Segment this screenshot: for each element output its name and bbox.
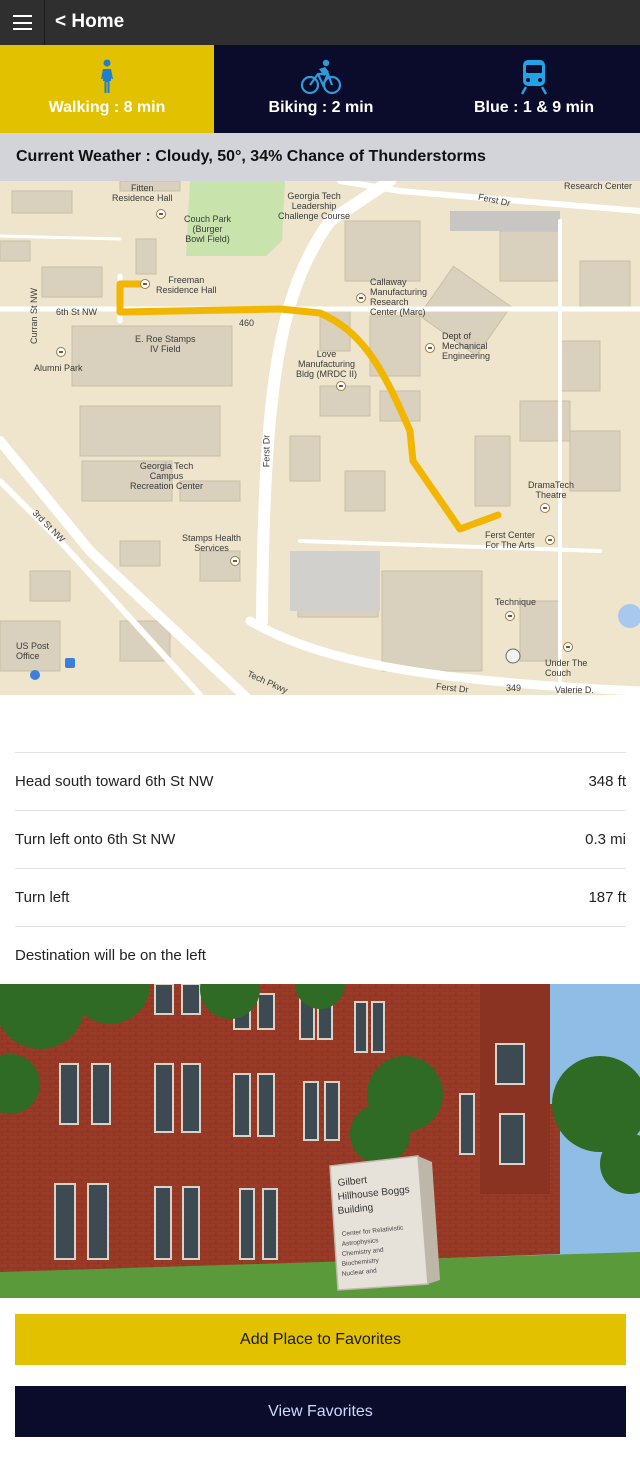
view-favorites-button[interactable]: View Favorites bbox=[15, 1386, 626, 1437]
map-label-route-460: 460 bbox=[239, 318, 255, 328]
map-label-route-349: 349 bbox=[506, 683, 522, 693]
travel-mode-tabs: Walking : 8 min Biking : 2 min Blue : 1 … bbox=[0, 45, 640, 133]
direction-text: Destination will be on the left bbox=[15, 947, 206, 964]
direction-distance: 348 ft bbox=[588, 773, 626, 790]
weather-bar: Current Weather : Cloudy, 50°, 34% Chanc… bbox=[0, 133, 640, 181]
map-label-valerie: Valerie D. bbox=[555, 685, 594, 695]
poi-icon bbox=[425, 343, 435, 353]
building-illustration: Gilbert Hillhouse Boggs Building Center … bbox=[0, 984, 640, 1298]
direction-step: Destination will be on the left bbox=[15, 926, 626, 984]
direction-distance: 187 ft bbox=[588, 889, 626, 906]
tab-train-label: Blue : 1 & 9 min bbox=[473, 99, 595, 116]
tab-walking-label: Walking : 8 min bbox=[48, 99, 166, 116]
map-label-love-mfg: Love Manufacturing Bldg (MRDC II) bbox=[296, 349, 358, 379]
tab-biking-label: Biking : 2 min bbox=[268, 99, 374, 116]
map-label-freeman: Freeman Residence Hall bbox=[156, 275, 217, 295]
map-label-alumni-park: Alumni Park bbox=[34, 363, 83, 373]
map-label-dept-mech: Dept of Mechanical Engineering bbox=[442, 331, 491, 361]
map-label-dramatech: DramaTech Theatre bbox=[528, 480, 575, 500]
hamburger-menu-button[interactable] bbox=[0, 0, 45, 45]
map-canvas bbox=[0, 181, 640, 695]
directions-list: Head south toward 6th St NW 348 ft Turn … bbox=[15, 752, 626, 984]
poi-icon bbox=[505, 611, 515, 621]
map-label-ferst-center: Ferst Center For The Arts bbox=[485, 530, 536, 550]
bicycle-icon bbox=[300, 59, 342, 95]
direction-step: Turn left onto 6th St NW 0.3 mi bbox=[15, 810, 626, 868]
map-label-leadership: Georgia Tech Leadership Challenge Course bbox=[278, 191, 351, 221]
map-label-curran: Curran St NW bbox=[29, 287, 40, 345]
top-bar: < Home bbox=[0, 0, 640, 45]
map-label-6th-st: 6th St NW bbox=[56, 307, 98, 317]
hamburger-icon bbox=[12, 15, 32, 30]
map-label-roe-stamps: E. Roe Stamps IV Field bbox=[135, 334, 196, 354]
poi-icon bbox=[336, 381, 346, 391]
poi-icon bbox=[230, 556, 240, 566]
tab-train[interactable]: Blue : 1 & 9 min bbox=[428, 45, 640, 133]
direction-text: Turn left bbox=[15, 889, 70, 906]
poi-icon bbox=[545, 535, 555, 545]
poi-icon bbox=[356, 293, 366, 303]
map-label-callaway: Callaway Manufacturing Research Center (… bbox=[370, 277, 428, 317]
direction-distance: 0.3 mi bbox=[585, 831, 626, 848]
building-photo: Gilbert Hillhouse Boggs Building Center … bbox=[0, 984, 640, 1298]
weather-text: Current Weather : Cloudy, 50°, 34% Chanc… bbox=[16, 148, 486, 165]
map-label-us-post: US Post Office bbox=[16, 641, 50, 661]
map-label-fitten: Fitten Residence Hall bbox=[112, 183, 173, 203]
poi-icon bbox=[540, 503, 550, 513]
direction-text: Head south toward 6th St NW bbox=[15, 773, 214, 790]
walking-icon bbox=[101, 59, 113, 93]
direction-step: Turn left 187 ft bbox=[15, 868, 626, 926]
add-to-favorites-button[interactable]: Add Place to Favorites bbox=[15, 1314, 626, 1365]
tab-biking[interactable]: Biking : 2 min bbox=[214, 45, 428, 133]
back-home-link[interactable]: < Home bbox=[55, 10, 124, 34]
map-label-ferst-dr-mid: Ferst Dr bbox=[261, 434, 272, 468]
map-label-under-couch: Under The Couch bbox=[545, 658, 588, 678]
tab-walking[interactable]: Walking : 8 min bbox=[0, 45, 214, 133]
train-icon bbox=[520, 60, 548, 95]
poi-icon bbox=[140, 279, 150, 289]
route-map[interactable]: Fitten Residence Hall Couch Park (Burger… bbox=[0, 181, 640, 695]
map-label-technique: Technique bbox=[495, 597, 537, 607]
map-label-couch-park: Couch Park (Burger Bowl Field) bbox=[184, 214, 232, 244]
map-label-research-center: Research Center bbox=[564, 181, 633, 191]
map-label-stamps-health: Stamps Health Services bbox=[182, 533, 242, 553]
direction-text: Turn left onto 6th St NW bbox=[15, 831, 176, 848]
direction-step: Head south toward 6th St NW 348 ft bbox=[15, 752, 626, 810]
poi-icon bbox=[563, 642, 573, 652]
poi-icon bbox=[156, 209, 166, 219]
map-label-crc: Georgia Tech Campus Recreation Center bbox=[130, 461, 204, 491]
poi-icon bbox=[56, 347, 66, 357]
